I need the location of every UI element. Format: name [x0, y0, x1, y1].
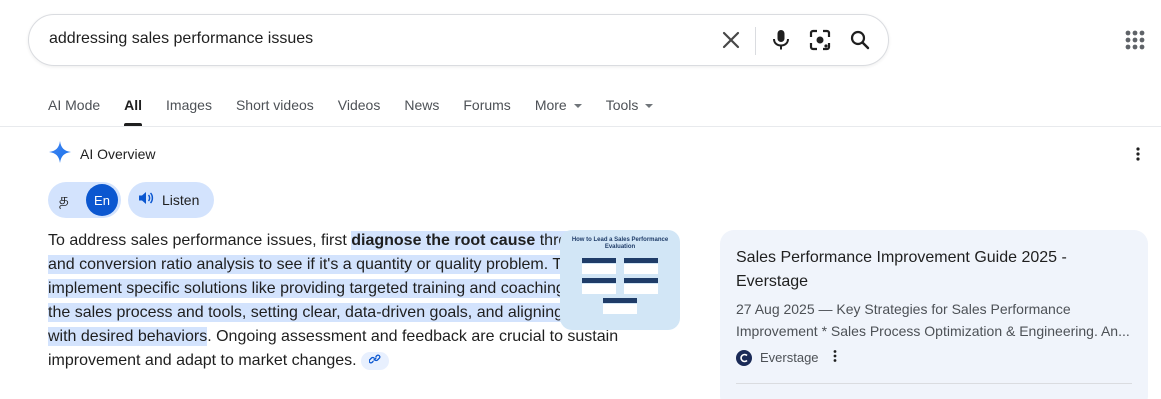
- tabs-divider: [0, 126, 1161, 127]
- thumbnail-step: [582, 278, 616, 283]
- source-card-site: Everstage: [736, 349, 841, 366]
- thumbnail-step: [603, 298, 637, 303]
- source-card[interactable]: Sales Performance Improvement Guide 2025…: [720, 230, 1148, 399]
- close-icon[interactable]: [719, 28, 743, 52]
- thumbnail-step-card: [624, 284, 658, 294]
- ai-overview-title: AI Overview: [80, 146, 156, 162]
- thumbnail-step: [582, 258, 616, 263]
- camera-lens-icon[interactable]: [808, 28, 832, 52]
- listen-button[interactable]: Listen: [128, 182, 214, 218]
- tab-videos[interactable]: Videos: [338, 96, 381, 126]
- tab-short-videos[interactable]: Short videos: [236, 96, 314, 126]
- ai-overview-header: AI Overview: [48, 140, 156, 169]
- tab-forums[interactable]: Forums: [463, 96, 510, 126]
- citation-link-button[interactable]: [360, 349, 389, 373]
- thumbnail-step-card: [624, 264, 658, 274]
- thumbnail-step-card: [582, 284, 616, 294]
- search-box[interactable]: addressing sales performance issues: [28, 14, 889, 66]
- overview-highlight-bold: diagnose the root cause: [351, 232, 536, 249]
- tab-news[interactable]: News: [404, 96, 439, 126]
- language-option-native[interactable]: த: [59, 190, 69, 210]
- search-icon[interactable]: [848, 28, 872, 52]
- thumbnail-step: [624, 278, 658, 283]
- tab-ai-mode[interactable]: AI Mode: [48, 96, 100, 126]
- overview-thumbnail[interactable]: How to Lead a Sales Performance Evaluati…: [560, 230, 680, 330]
- tab-images[interactable]: Images: [166, 96, 212, 126]
- search-tabs: AI Mode All Images Short videos Videos N…: [48, 96, 677, 126]
- language-option-english[interactable]: En: [86, 184, 118, 216]
- thumbnail-step-card: [582, 264, 616, 274]
- source-card-snippet: 27 Aug 2025 — Key Strategies for Sales P…: [736, 301, 1130, 339]
- source-card-divider: [736, 383, 1132, 384]
- caret-down-icon: [573, 104, 582, 108]
- microphone-icon[interactable]: [769, 28, 793, 52]
- language-toggle[interactable]: த En: [48, 182, 121, 218]
- tab-tools[interactable]: Tools: [606, 96, 654, 126]
- search-divider: [755, 27, 756, 55]
- tab-all[interactable]: All: [124, 96, 142, 126]
- search-input[interactable]: addressing sales performance issues: [49, 30, 313, 48]
- overview-intro: To address sales performance issues, fir…: [48, 232, 352, 249]
- site-favicon-icon: [736, 349, 752, 366]
- listen-label: Listen: [162, 192, 200, 208]
- tab-more[interactable]: More: [535, 96, 582, 126]
- apps-grid-icon[interactable]: [1124, 29, 1146, 51]
- sparkle-icon: [48, 140, 72, 169]
- more-vert-icon[interactable]: [829, 349, 841, 366]
- source-site-name: Everstage: [760, 350, 819, 365]
- link-icon: [368, 349, 381, 373]
- speaker-icon: [138, 190, 154, 211]
- caret-down-icon: [645, 104, 654, 108]
- source-card-title[interactable]: Sales Performance Improvement Guide 2025…: [736, 246, 1116, 294]
- thumbnail-step-card: [603, 304, 637, 314]
- more-vert-icon[interactable]: [1130, 146, 1146, 162]
- thumbnail-title: How to Lead a Sales Performance Evaluati…: [571, 237, 669, 250]
- thumbnail-step: [624, 258, 658, 263]
